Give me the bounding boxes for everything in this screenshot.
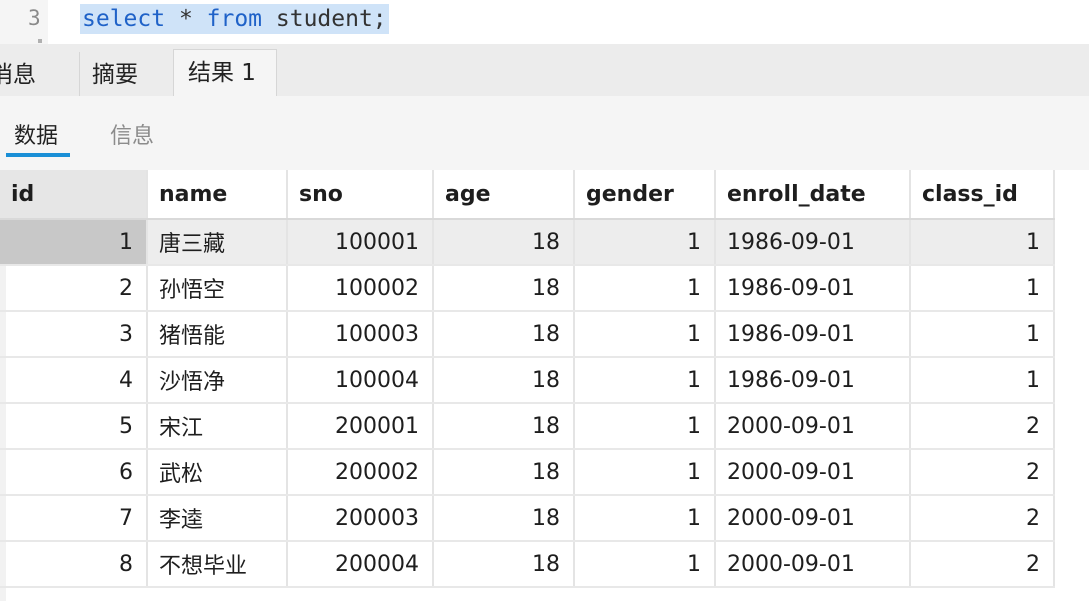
cell-enroll-date[interactable]: 2000-09-01 <box>715 495 911 542</box>
cell-age[interactable]: 18 <box>433 449 575 496</box>
cell-sno[interactable]: 100001 <box>287 219 434 266</box>
cell-class-id[interactable]: 1 <box>910 357 1055 404</box>
column-header-sno[interactable]: sno <box>287 170 434 220</box>
tab-label: 摘要 <box>92 62 138 88</box>
column-header-age[interactable]: age <box>433 170 575 220</box>
cell-id[interactable]: 8 <box>0 541 148 588</box>
keyword-from: from <box>206 6 263 32</box>
cell-sno[interactable]: 200001 <box>287 403 434 450</box>
cell-id[interactable]: 4 <box>0 357 148 404</box>
code-line-selected[interactable]: select * from student; <box>80 4 389 34</box>
table-row[interactable]: 8 不想毕业 200004 18 1 2000-09-01 2 <box>0 541 1055 588</box>
cell-id[interactable]: 3 <box>0 311 148 358</box>
tab-messages[interactable]: 消息 <box>0 52 80 96</box>
cell-sno[interactable]: 100004 <box>287 357 434 404</box>
cell-age[interactable]: 18 <box>433 357 575 404</box>
keyword-select: select <box>82 6 166 32</box>
cell-gender[interactable]: 1 <box>574 357 716 404</box>
code-text: student; <box>262 6 387 32</box>
cell-enroll-date[interactable]: 1986-09-01 <box>715 219 911 266</box>
table-row[interactable]: 1 唐三藏 100001 18 1 1986-09-01 1 <box>0 219 1055 266</box>
cell-gender[interactable]: 1 <box>574 265 716 312</box>
cell-gender[interactable]: 1 <box>574 311 716 358</box>
column-header-gender[interactable]: gender <box>574 170 716 220</box>
tab-label: 结果 1 <box>188 60 256 86</box>
result-tab-bar: 消息 摘要 结果 1 <box>0 44 1089 97</box>
tab-data[interactable]: 数据 <box>14 118 58 150</box>
cell-name[interactable]: 孙悟空 <box>147 265 288 312</box>
tab-label: 消息 <box>0 62 36 88</box>
cell-name[interactable]: 李逵 <box>147 495 288 542</box>
tab-summary[interactable]: 摘要 <box>80 52 185 96</box>
cell-sno[interactable]: 200004 <box>287 541 434 588</box>
cell-age[interactable]: 18 <box>433 541 575 588</box>
active-tab-indicator <box>6 153 70 157</box>
cell-name[interactable]: 宋江 <box>147 403 288 450</box>
cell-id[interactable]: 6 <box>0 449 148 496</box>
cell-name[interactable]: 沙悟净 <box>147 357 288 404</box>
column-header-class-id[interactable]: class_id <box>910 170 1055 220</box>
cell-sno[interactable]: 200002 <box>287 449 434 496</box>
result-grid[interactable]: id name sno age gender enroll_date class… <box>0 170 1055 588</box>
cell-class-id[interactable]: 1 <box>910 265 1055 312</box>
cell-class-id[interactable]: 2 <box>910 495 1055 542</box>
cell-class-id[interactable]: 2 <box>910 449 1055 496</box>
cell-gender[interactable]: 1 <box>574 495 716 542</box>
table-row[interactable]: 4 沙悟净 100004 18 1 1986-09-01 1 <box>0 357 1055 404</box>
cell-sno[interactable]: 100003 <box>287 311 434 358</box>
table-row[interactable]: 2 孙悟空 100002 18 1 1986-09-01 1 <box>0 265 1055 312</box>
cell-class-id[interactable]: 2 <box>910 403 1055 450</box>
header-row: id name sno age gender enroll_date class… <box>0 170 1055 220</box>
cell-enroll-date[interactable]: 2000-09-01 <box>715 403 911 450</box>
cell-gender[interactable]: 1 <box>574 449 716 496</box>
cell-age[interactable]: 18 <box>433 265 575 312</box>
tab-info[interactable]: 信息 <box>110 118 154 150</box>
cell-enroll-date[interactable]: 2000-09-01 <box>715 541 911 588</box>
line-gutter: 3 <box>0 0 48 44</box>
column-header-name[interactable]: name <box>147 170 288 220</box>
cell-sno[interactable]: 200003 <box>287 495 434 542</box>
tab-result-1[interactable]: 结果 1 <box>173 49 277 97</box>
cell-name[interactable]: 武松 <box>147 449 288 496</box>
cell-class-id[interactable]: 2 <box>910 541 1055 588</box>
cell-gender[interactable]: 1 <box>574 403 716 450</box>
cell-class-id[interactable]: 1 <box>910 219 1055 266</box>
data-table: id name sno age gender enroll_date class… <box>0 170 1055 588</box>
cell-id[interactable]: 1 <box>0 219 148 266</box>
table-row[interactable]: 7 李逵 200003 18 1 2000-09-01 2 <box>0 495 1055 542</box>
cell-id[interactable]: 7 <box>0 495 148 542</box>
column-header-enroll-date[interactable]: enroll_date <box>715 170 911 220</box>
sql-editor[interactable]: 3 select * from student; <box>0 0 1089 44</box>
cell-gender[interactable]: 1 <box>574 541 716 588</box>
table-row[interactable]: 5 宋江 200001 18 1 2000-09-01 2 <box>0 403 1055 450</box>
cell-id[interactable]: 5 <box>0 403 148 450</box>
gutter-marker <box>38 39 42 43</box>
cell-age[interactable]: 18 <box>433 403 575 450</box>
cell-class-id[interactable]: 1 <box>910 311 1055 358</box>
cell-enroll-date[interactable]: 2000-09-01 <box>715 449 911 496</box>
cell-age[interactable]: 18 <box>433 311 575 358</box>
cell-name[interactable]: 唐三藏 <box>147 219 288 266</box>
cell-sno[interactable]: 100002 <box>287 265 434 312</box>
column-header-id[interactable]: id <box>0 170 148 220</box>
cell-id[interactable]: 2 <box>0 265 148 312</box>
cell-enroll-date[interactable]: 1986-09-01 <box>715 265 911 312</box>
view-tab-bar: 数据 信息 <box>0 96 1089 170</box>
line-number: 3 <box>28 6 41 30</box>
cell-age[interactable]: 18 <box>433 495 575 542</box>
cell-gender[interactable]: 1 <box>574 219 716 266</box>
cell-enroll-date[interactable]: 1986-09-01 <box>715 357 911 404</box>
table-row[interactable]: 6 武松 200002 18 1 2000-09-01 2 <box>0 449 1055 496</box>
cell-name[interactable]: 猪悟能 <box>147 311 288 358</box>
code-text: * <box>165 6 207 32</box>
cell-enroll-date[interactable]: 1986-09-01 <box>715 311 911 358</box>
table-row[interactable]: 3 猪悟能 100003 18 1 1986-09-01 1 <box>0 311 1055 358</box>
cell-name[interactable]: 不想毕业 <box>147 541 288 588</box>
cell-age[interactable]: 18 <box>433 219 575 266</box>
